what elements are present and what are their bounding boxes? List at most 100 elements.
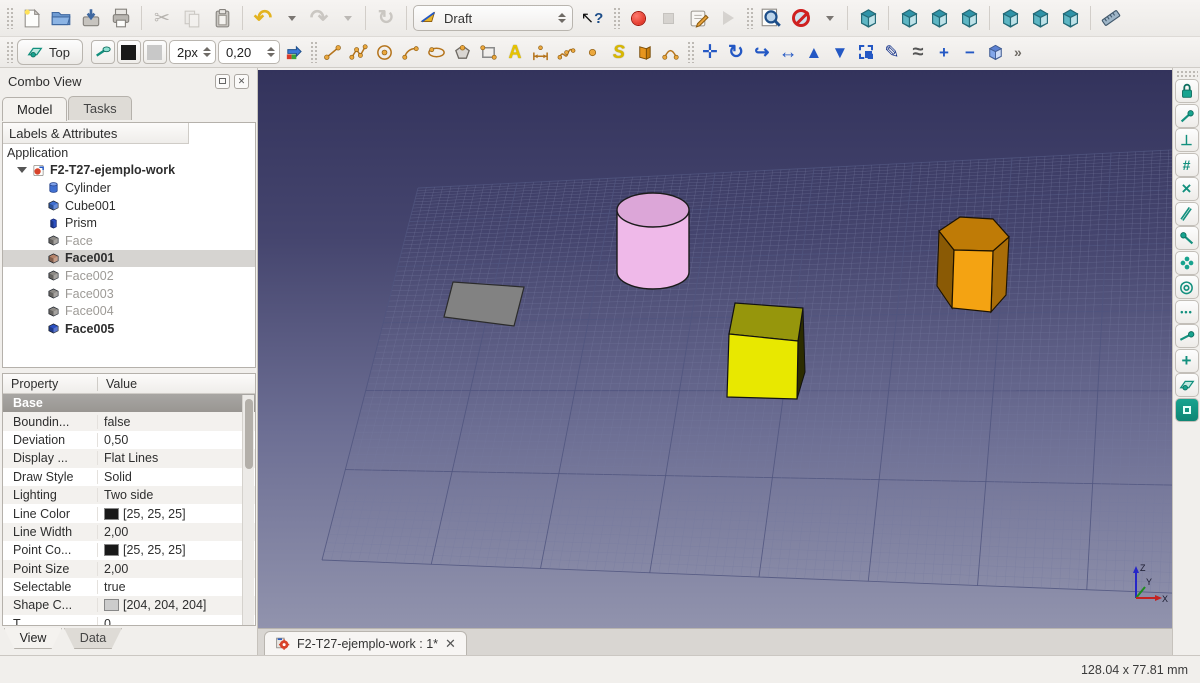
view-rear-button[interactable] xyxy=(996,4,1024,32)
snap-near-button[interactable] xyxy=(1174,324,1199,348)
property-group-base[interactable]: Base xyxy=(3,394,255,413)
draft-add-point-button[interactable]: + xyxy=(932,40,956,64)
toggle-grid-button[interactable] xyxy=(1174,397,1199,422)
snap-extension-button[interactable]: + xyxy=(1174,348,1199,373)
macro-play-button[interactable] xyxy=(714,4,742,32)
toolbar-grip[interactable] xyxy=(686,41,694,63)
apply-style-button[interactable] xyxy=(282,40,306,64)
tree-document-row[interactable]: F2-T27-ejemplo-work xyxy=(3,162,255,180)
draw-style-button[interactable] xyxy=(787,4,815,32)
draft-facebinder-button[interactable] xyxy=(633,40,657,64)
save-button[interactable] xyxy=(77,4,105,32)
tree-item-face005[interactable]: Face005 xyxy=(3,320,255,338)
draft-dimension-button[interactable] xyxy=(529,40,553,64)
draft-downgrade-button[interactable]: ▼ xyxy=(828,40,852,64)
snap-midpoint-button[interactable] xyxy=(1174,226,1199,250)
view-top-button[interactable] xyxy=(925,4,953,32)
workbench-selector[interactable]: Draft xyxy=(413,5,573,31)
toolbar-grip[interactable] xyxy=(6,7,13,29)
document-tab[interactable]: F2-T27-ejemplo-work : 1* ✕ xyxy=(264,631,467,655)
draft-rotate-button[interactable]: ↻ xyxy=(724,40,748,64)
snap-parallel-button[interactable]: ∥ xyxy=(1174,201,1199,226)
draft-rectangle-button[interactable] xyxy=(477,40,501,64)
toolbar-grip[interactable] xyxy=(309,41,317,63)
refresh-button[interactable]: ↻ xyxy=(372,4,400,32)
tree-item-face004[interactable]: Face004 xyxy=(3,302,255,320)
tree-item-face[interactable]: Face xyxy=(3,232,255,250)
toolbar-overflow-chevron[interactable]: » xyxy=(1014,44,1022,60)
draft-offset-button[interactable]: ↪ xyxy=(750,40,774,64)
cylinder-object[interactable] xyxy=(616,192,690,290)
close-panel-button[interactable]: ✕ xyxy=(234,73,249,89)
copy-button[interactable] xyxy=(178,4,206,32)
spin-arrows[interactable] xyxy=(266,47,275,57)
draft-wire-to-bspline-button[interactable]: ≈ xyxy=(906,40,930,64)
prism-front-face[interactable] xyxy=(951,249,994,313)
toolbar-grip[interactable] xyxy=(613,7,620,29)
cut-button[interactable]: ✂ xyxy=(148,4,176,32)
tab-model[interactable]: Model xyxy=(2,97,68,121)
undo-button[interactable]: ↶ xyxy=(249,4,277,32)
new-file-button[interactable] xyxy=(17,4,45,32)
toolbar-grip[interactable] xyxy=(1175,70,1198,77)
whats-this-button[interactable]: ↖? xyxy=(575,4,609,32)
toolbar-grip[interactable] xyxy=(6,41,13,63)
snap-concentric-button[interactable]: ◎ xyxy=(1174,275,1199,299)
tree-item-face001[interactable]: Face001 xyxy=(3,249,255,268)
snap-center-button[interactable] xyxy=(1174,250,1199,275)
3d-viewport[interactable]: Z Y X xyxy=(258,70,1172,628)
snap-endpoint-button[interactable] xyxy=(1174,103,1199,128)
float-panel-button[interactable] xyxy=(215,73,230,89)
cube-object[interactable] xyxy=(726,302,806,400)
line-color-button[interactable] xyxy=(116,40,141,64)
tab-tasks[interactable]: Tasks xyxy=(68,96,132,120)
macro-edit-button[interactable] xyxy=(684,4,712,32)
snap-grid-button[interactable]: # xyxy=(1174,152,1199,177)
measure-distance-button[interactable] xyxy=(1097,4,1125,32)
view-front-button[interactable] xyxy=(895,4,923,32)
tree-item-prism[interactable]: Prism xyxy=(3,214,255,232)
draft-line-button[interactable] xyxy=(321,40,345,64)
draft-scale-button[interactable] xyxy=(854,40,878,64)
tree-item-face002[interactable]: Face002 xyxy=(3,267,255,285)
toolbar-grip[interactable] xyxy=(746,7,753,29)
tab-data[interactable]: Data xyxy=(64,628,122,649)
draft-wire-button[interactable] xyxy=(347,40,371,64)
working-plane-button[interactable]: Top xyxy=(17,39,83,65)
draft-shapestring-button[interactable]: S xyxy=(607,40,631,64)
view-left-button[interactable] xyxy=(1056,4,1084,32)
draft-polygon-button[interactable] xyxy=(451,40,475,64)
view-right-button[interactable] xyxy=(955,4,983,32)
tree-column-header[interactable]: Labels & Attributes xyxy=(3,123,189,144)
property-scrollbar[interactable] xyxy=(242,395,254,625)
snap-perpendicular-button[interactable]: ⊥ xyxy=(1174,128,1199,152)
font-size-spinbox[interactable]: 0,20 xyxy=(217,40,280,64)
hex-prism-object[interactable] xyxy=(936,216,1010,314)
draft-delete-point-button[interactable]: − xyxy=(958,40,982,64)
face-color-button[interactable] xyxy=(142,40,167,64)
draft-move-button[interactable]: ✛ xyxy=(698,40,722,64)
snap-lock-button[interactable] xyxy=(1174,79,1199,103)
tree-item-face003[interactable]: Face003 xyxy=(3,285,255,303)
draft-text-button[interactable]: A xyxy=(503,40,527,64)
snap-dimensions-button[interactable]: ••• xyxy=(1174,299,1199,324)
open-file-button[interactable] xyxy=(47,4,75,32)
print-button[interactable] xyxy=(107,4,135,32)
redo-dropdown[interactable] xyxy=(335,6,359,30)
draft-edit-button[interactable]: ✎ xyxy=(880,40,904,64)
snap-intersection-button[interactable]: × xyxy=(1174,177,1199,201)
scrollbar-thumb[interactable] xyxy=(245,399,253,469)
value-column-header[interactable]: Value xyxy=(98,377,145,391)
tree-root-application[interactable]: Application xyxy=(3,144,255,162)
working-plane-snap-button[interactable] xyxy=(1174,373,1199,397)
cylinder-top[interactable] xyxy=(616,192,690,228)
cube-front-face[interactable] xyxy=(726,333,799,400)
draw-style-dropdown[interactable] xyxy=(817,6,841,30)
view-axonometric-button[interactable] xyxy=(854,4,882,32)
fit-all-button[interactable] xyxy=(757,4,785,32)
property-column-header[interactable]: Property xyxy=(3,376,98,391)
expand-caret-icon[interactable] xyxy=(17,167,27,174)
tree-item-cube001[interactable]: Cube001 xyxy=(3,197,255,215)
draft-bspline-button[interactable] xyxy=(555,40,579,64)
paste-button[interactable] xyxy=(208,4,236,32)
